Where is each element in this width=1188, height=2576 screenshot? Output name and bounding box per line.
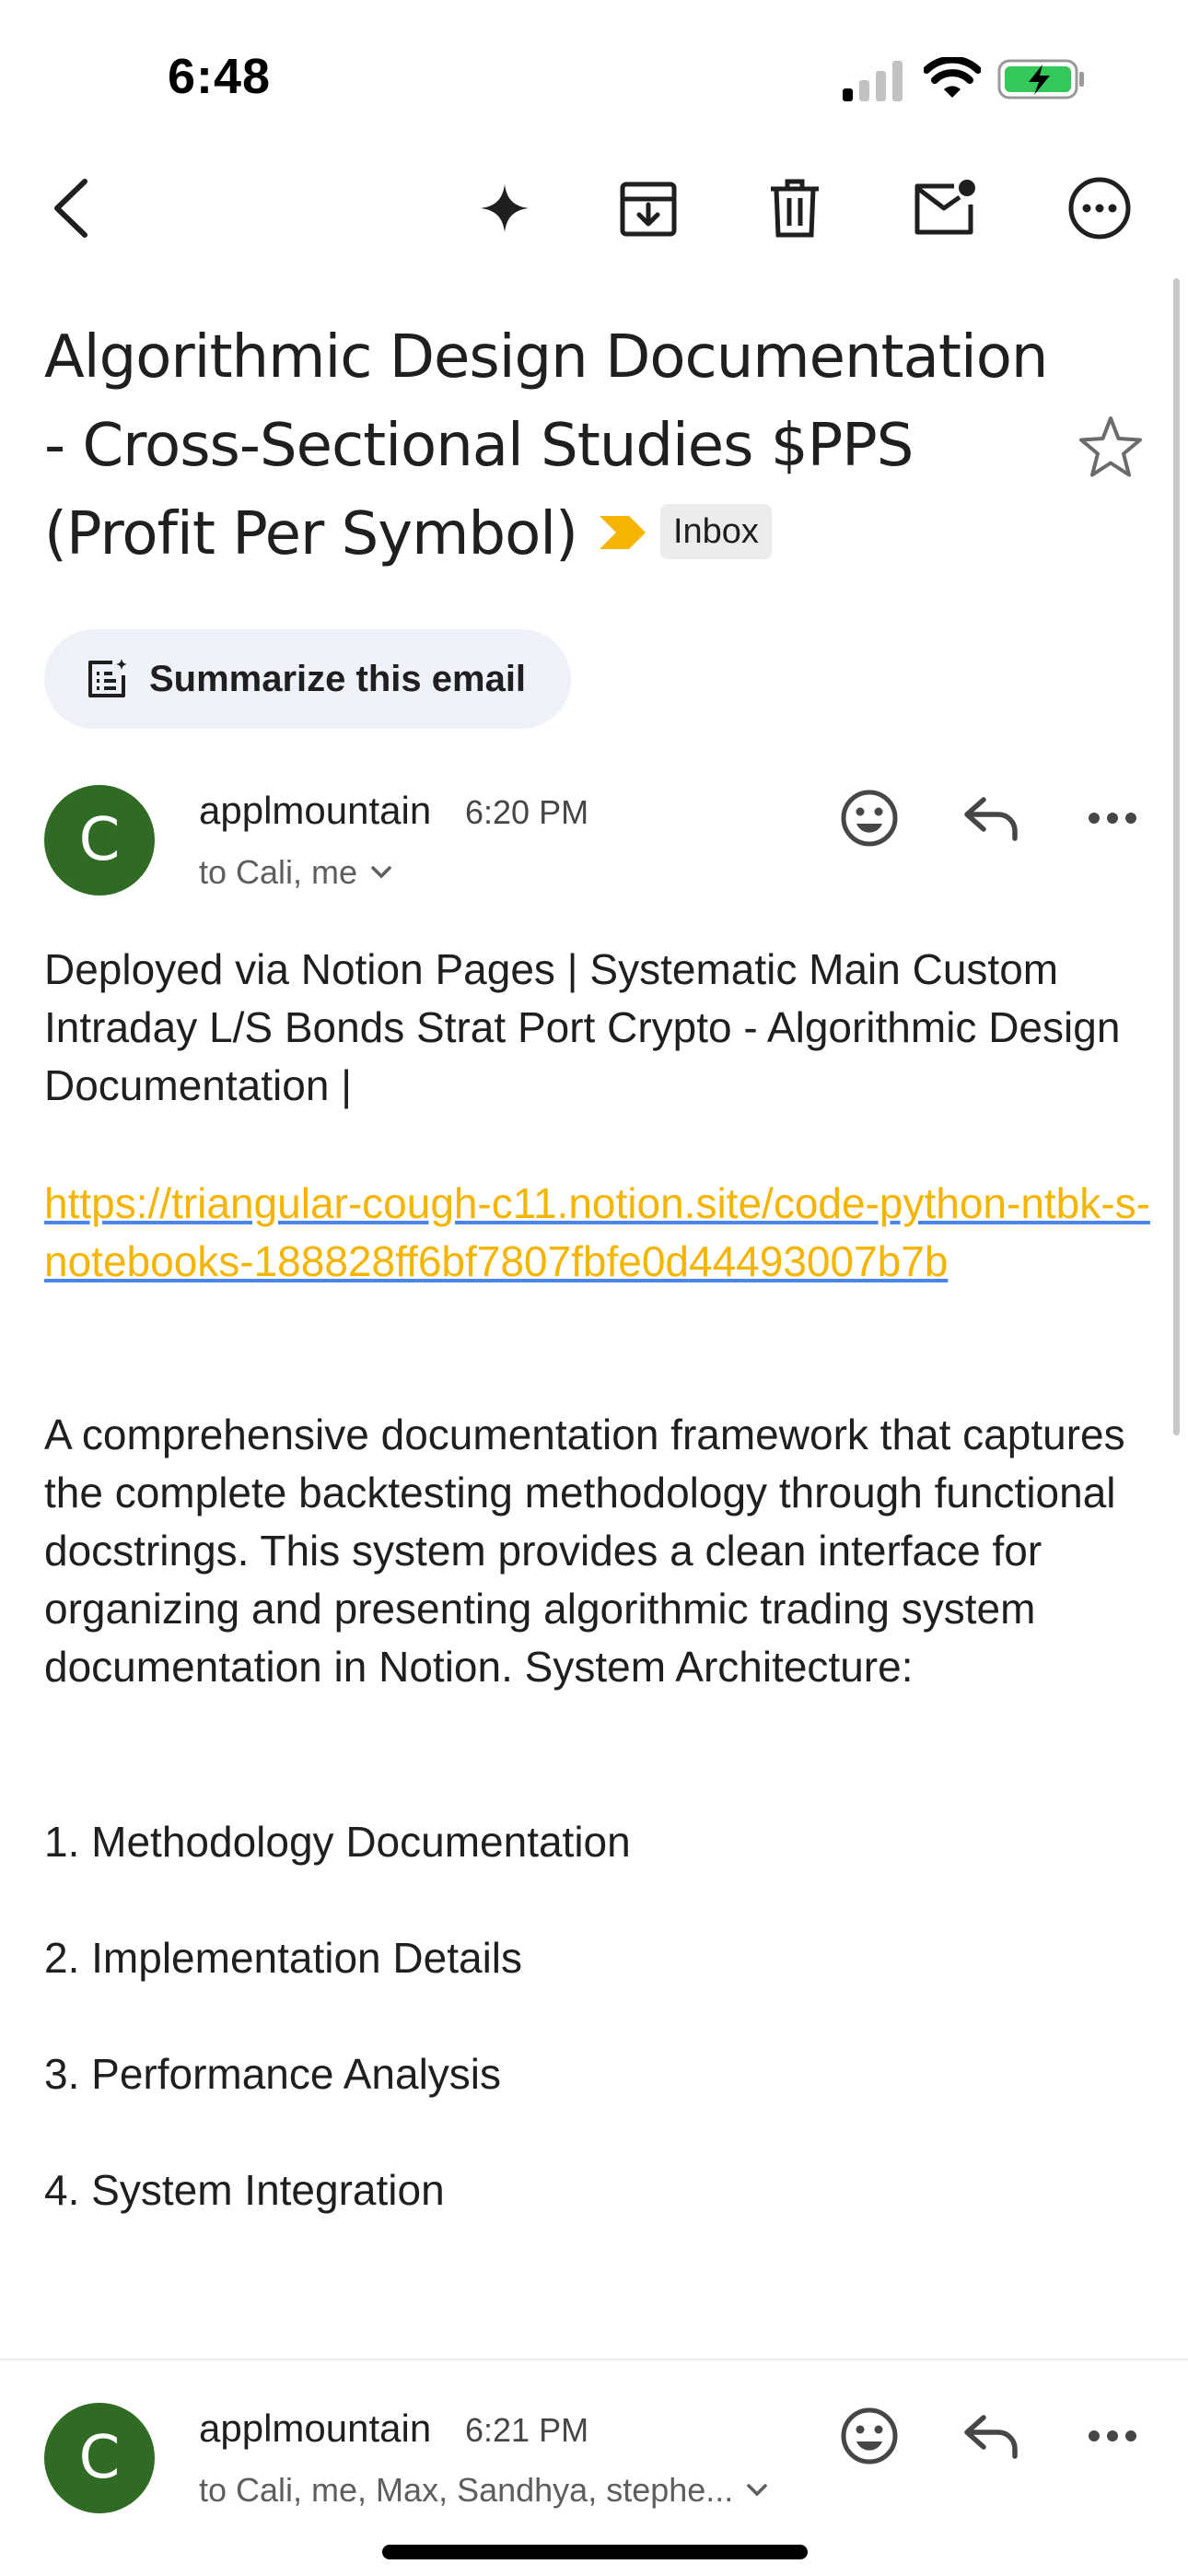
list-item: 3. Performance Analysis bbox=[44, 2050, 502, 2098]
sparkle-icon bbox=[481, 184, 529, 232]
recipients-toggle[interactable]: to Cali, me bbox=[199, 853, 392, 892]
sender-name[interactable]: applmountain bbox=[199, 2406, 431, 2451]
emoji-icon bbox=[841, 2407, 898, 2465]
reply-icon bbox=[964, 797, 1018, 841]
list-item: 2. Implementation Details bbox=[44, 1934, 523, 1982]
list-item: 1. Methodology Documentation bbox=[44, 1818, 631, 1866]
emoji-icon bbox=[841, 790, 898, 847]
add-reaction-button[interactable] bbox=[825, 2392, 914, 2480]
summarize-label: Summarize this email bbox=[149, 658, 527, 699]
sender-name[interactable]: applmountain bbox=[199, 789, 431, 833]
more-horizontal-icon bbox=[1089, 813, 1136, 824]
sender-avatar[interactable]: C bbox=[44, 785, 155, 896]
notion-link[interactable]: https://triangular-cough-c11.notion.site… bbox=[44, 1175, 1159, 1291]
delete-button[interactable] bbox=[751, 164, 839, 252]
gemini-button[interactable] bbox=[460, 164, 549, 252]
message-time: 6:21 PM bbox=[465, 2411, 589, 2449]
subject-title: Algorithmic Design Documentation - Cross… bbox=[44, 323, 1066, 568]
inbox-label[interactable]: Inbox bbox=[659, 504, 772, 560]
cellular-signal-icon bbox=[843, 61, 903, 101]
body-paragraph: A comprehensive documentation framework … bbox=[44, 1411, 1125, 1691]
message-divider bbox=[0, 2359, 1188, 2360]
star-icon[interactable] bbox=[1076, 413, 1146, 483]
recipients-toggle[interactable]: to Cali, me, Max, Sandhya, stephe... bbox=[199, 2471, 768, 2510]
summarize-email-button[interactable]: Summarize this email bbox=[44, 629, 571, 729]
body-intro: Deployed via Notion Pages | Systematic M… bbox=[44, 945, 1121, 1109]
list-item: 4. System Integration bbox=[44, 2166, 445, 2214]
chevron-down-icon bbox=[371, 866, 391, 879]
sender-avatar[interactable]: C bbox=[44, 2403, 155, 2513]
importance-marker-icon[interactable] bbox=[598, 487, 647, 576]
reply-button[interactable] bbox=[947, 774, 1035, 862]
wifi-icon bbox=[924, 57, 981, 98]
archive-icon bbox=[620, 181, 677, 237]
home-indicator[interactable] bbox=[382, 2545, 808, 2559]
message-more-button[interactable] bbox=[1068, 2392, 1157, 2480]
add-reaction-button[interactable] bbox=[825, 774, 914, 862]
reply-button[interactable] bbox=[947, 2392, 1035, 2480]
message-time: 6:20 PM bbox=[465, 793, 589, 831]
mark-unread-icon bbox=[914, 180, 975, 235]
mark-unread-button[interactable] bbox=[901, 164, 989, 252]
status-time: 6:48 bbox=[168, 49, 272, 104]
chevron-down-icon bbox=[747, 2484, 768, 2497]
scrollbar[interactable] bbox=[1173, 278, 1180, 1435]
more-options-button[interactable] bbox=[1055, 164, 1144, 252]
recipients-text: to Cali, me, Max, Sandhya, stephe... bbox=[199, 2471, 734, 2509]
back-icon bbox=[54, 179, 87, 238]
archive-button[interactable] bbox=[604, 164, 693, 252]
trash-icon bbox=[771, 179, 819, 238]
more-horizontal-icon bbox=[1089, 2430, 1136, 2441]
back-button[interactable] bbox=[28, 164, 116, 252]
reply-icon bbox=[964, 2415, 1018, 2459]
recipients-text: to Cali, me bbox=[199, 853, 358, 891]
more-icon bbox=[1068, 177, 1131, 240]
summarize-icon bbox=[88, 659, 127, 697]
message-more-button[interactable] bbox=[1068, 774, 1157, 862]
email-subject: Algorithmic Design Documentation - Cross… bbox=[44, 313, 1057, 581]
battery-charging-icon bbox=[997, 59, 1084, 100]
